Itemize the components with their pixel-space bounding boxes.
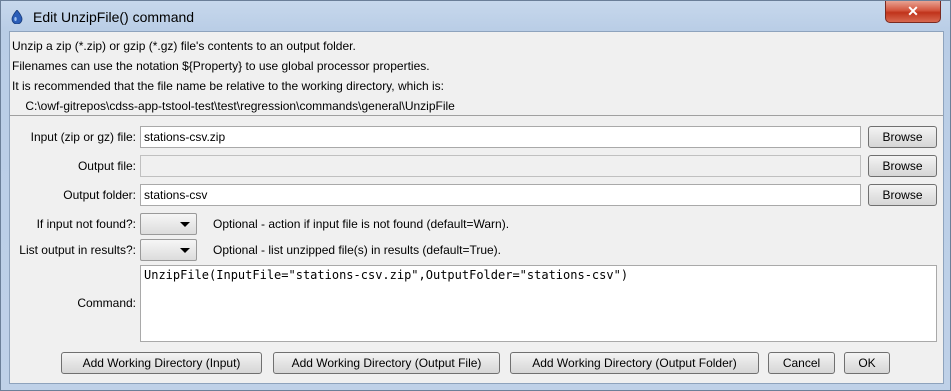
info-line: It is recommended that the file name be … <box>12 79 444 93</box>
if-input-not-found-select[interactable] <box>140 213 197 235</box>
window-title: Edit UnzipFile() command <box>33 9 195 25</box>
command-label: Command: <box>77 296 136 310</box>
ok-button[interactable]: OK <box>844 352 890 374</box>
title-bar[interactable]: Edit UnzipFile() command ✕ <box>1 1 950 31</box>
input-file-label: Input (zip or gz) file: <box>30 130 136 144</box>
close-button[interactable]: ✕ <box>885 1 941 23</box>
output-file-label: Output file: <box>77 159 136 173</box>
browse-input-button[interactable]: Browse <box>868 126 937 148</box>
divider <box>10 115 943 116</box>
list-output-label: List output in results?: <box>19 243 136 257</box>
dialog-content: Unzip a zip (*.zip) or gzip (*.gz) file'… <box>9 31 944 384</box>
app-drop-icon <box>11 9 23 25</box>
list-output-select[interactable] <box>140 239 197 261</box>
if-input-not-found-note: Optional - action if input file is not f… <box>213 217 510 231</box>
list-output-note: Optional - list unzipped file(s) in resu… <box>213 243 502 257</box>
close-icon: ✕ <box>907 3 919 19</box>
chevron-down-icon <box>180 248 190 253</box>
chevron-down-icon <box>180 222 190 227</box>
output-folder-field[interactable]: stations-csv <box>140 184 861 206</box>
output-folder-label: Output folder: <box>63 188 136 202</box>
info-line: Filenames can use the notation ${Propert… <box>12 59 430 73</box>
input-file-field[interactable]: stations-csv.zip <box>140 126 861 148</box>
cancel-button[interactable]: Cancel <box>768 352 835 374</box>
output-file-field[interactable] <box>140 155 861 177</box>
working-directory-path: C:\owf-gitrepos\cdss-app-tstool-test\tes… <box>12 99 455 113</box>
add-working-directory-input-button[interactable]: Add Working Directory (Input) <box>61 352 262 374</box>
dialog-window: Edit UnzipFile() command ✕ Unzip a zip (… <box>0 0 951 391</box>
add-working-directory-output-file-button[interactable]: Add Working Directory (Output File) <box>273 352 500 374</box>
if-input-not-found-label: If input not found?: <box>36 217 136 231</box>
browse-output-folder-button[interactable]: Browse <box>868 184 937 206</box>
browse-output-file-button[interactable]: Browse <box>868 155 937 177</box>
add-working-directory-output-folder-button[interactable]: Add Working Directory (Output Folder) <box>510 352 759 374</box>
info-line: Unzip a zip (*.zip) or gzip (*.gz) file'… <box>12 39 356 53</box>
command-textarea[interactable]: UnzipFile(InputFile="stations-csv.zip",O… <box>140 265 937 342</box>
